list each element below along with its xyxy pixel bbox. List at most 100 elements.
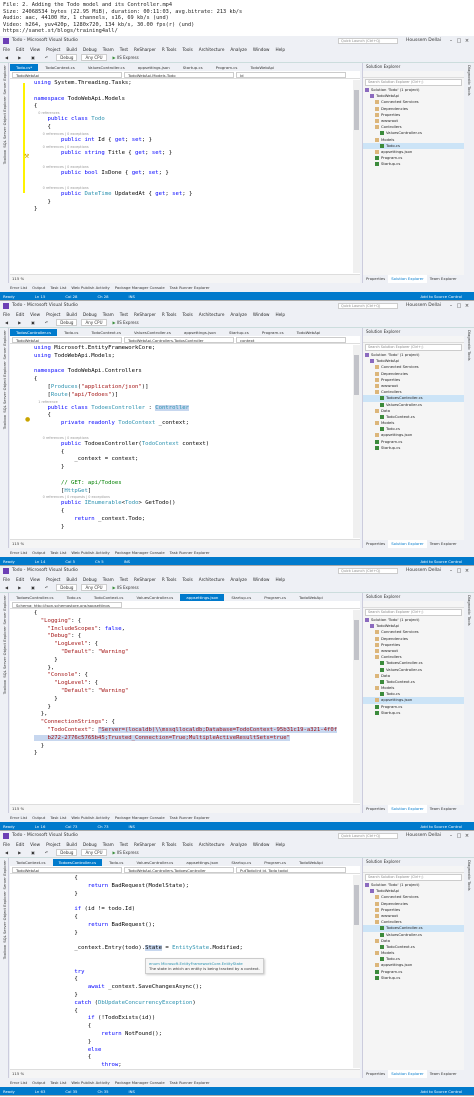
menu-item[interactable]: View: [30, 312, 40, 317]
output-tab[interactable]: Web Publish Activity: [71, 550, 109, 555]
document-tab[interactable]: appsettings.json: [180, 859, 224, 866]
menu-item[interactable]: Debug: [83, 312, 97, 317]
document-tab[interactable]: Todo.cs: [61, 594, 87, 601]
document-tab[interactable]: Program.cs: [256, 329, 290, 336]
navigation-dropdown[interactable]: context: [236, 336, 346, 343]
solution-search-input[interactable]: Search Solution Explorer (Ctrl+;): [365, 609, 462, 616]
panel-tab[interactable]: Team Explorer: [427, 1070, 460, 1078]
output-tab[interactable]: Error List: [10, 285, 27, 290]
output-tab[interactable]: Task Runner Explorer: [170, 550, 210, 555]
output-tab[interactable]: Web Publish Activity: [71, 815, 109, 820]
back-icon[interactable]: ◀: [3, 585, 10, 590]
output-tab[interactable]: Error List: [10, 1080, 27, 1085]
quick-launch-input[interactable]: Quick Launch (Ctrl+Q): [337, 302, 398, 309]
menu-item[interactable]: Help: [275, 47, 285, 52]
document-tab[interactable]: TodoContext.cs: [88, 594, 130, 601]
solution-search-input[interactable]: Search Solution Explorer (Ctrl+;): [365, 79, 462, 86]
code-text[interactable]: using Microsoft.EntityFrameworkCore; usin…: [10, 345, 352, 538]
scrollbar-thumb[interactable]: [354, 885, 359, 925]
menu-item[interactable]: ReSharper: [134, 842, 156, 847]
output-tab[interactable]: Output: [32, 815, 45, 820]
minimize-icon[interactable]: –: [447, 38, 455, 44]
navigation-dropdown[interactable]: TodoWebApi: [12, 71, 122, 78]
solution-tree-item[interactable]: Startup.cs: [363, 161, 464, 167]
code-text[interactable]: { "Logging": { "IncludeScopes": false, "…: [10, 610, 352, 803]
run-button[interactable]: ▶ IIS Express: [111, 55, 141, 60]
menu-item[interactable]: Edit: [16, 47, 24, 52]
output-tab[interactable]: Package Manager Console: [115, 285, 165, 290]
menu-item[interactable]: Debug: [83, 577, 97, 582]
code-text[interactable]: using System.Threading.Tasks; namespace T…: [10, 80, 352, 273]
configuration-dropdown[interactable]: Debug: [56, 319, 78, 326]
output-tab[interactable]: Error List: [10, 550, 27, 555]
menu-item[interactable]: Window: [253, 312, 270, 317]
save-icon[interactable]: ▣: [29, 55, 37, 60]
menu-item[interactable]: Edit: [16, 312, 24, 317]
menu-item[interactable]: View: [30, 47, 40, 52]
minimize-icon[interactable]: –: [447, 833, 455, 839]
side-tool-tab[interactable]: Server Explorer: [2, 595, 7, 624]
add-to-source-control-button[interactable]: Add to Source Control: [420, 1089, 462, 1094]
menu-item[interactable]: View: [30, 577, 40, 582]
panel-tab[interactable]: Team Explorer: [427, 805, 460, 813]
platform-dropdown[interactable]: Any CPU: [81, 319, 107, 326]
document-tab[interactable]: Todo.cs: [58, 329, 84, 336]
run-button[interactable]: ▶ IIS Express: [111, 320, 141, 325]
document-tab[interactable]: TodoWebApi: [291, 329, 327, 336]
document-tab[interactable]: Todo.cs: [103, 859, 129, 866]
panel-tab[interactable]: Team Explorer: [427, 540, 460, 548]
side-tool-tab[interactable]: Toolbox: [2, 680, 7, 694]
maximize-icon[interactable]: □: [455, 568, 463, 574]
solution-tree-item[interactable]: Startup.cs: [363, 710, 464, 716]
menu-item[interactable]: Tools: [182, 842, 192, 847]
add-to-source-control-button[interactable]: Add to Source Control: [420, 559, 462, 564]
menu-item[interactable]: Build: [66, 312, 77, 317]
document-tab[interactable]: ValuesController.cs: [130, 859, 179, 866]
side-tool-tab[interactable]: SQL Server Object Explorer: [2, 361, 7, 413]
document-tab[interactable]: Todo.cs*: [10, 64, 39, 71]
panel-tab[interactable]: Solution Explorer: [388, 1070, 427, 1078]
menu-item[interactable]: Team: [103, 312, 114, 317]
quick-launch-input[interactable]: Quick Launch (Ctrl+Q): [337, 567, 398, 574]
menu-item[interactable]: Test: [120, 577, 128, 582]
menu-item[interactable]: Debug: [83, 47, 97, 52]
run-button[interactable]: ▶ IIS Express: [111, 850, 141, 855]
scrollbar-thumb[interactable]: [354, 620, 359, 660]
menu-item[interactable]: Help: [275, 312, 285, 317]
user-name[interactable]: Houssem Dellai: [406, 568, 441, 573]
menu-item[interactable]: Debug: [83, 842, 97, 847]
minimize-icon[interactable]: –: [447, 303, 455, 309]
code-editor[interactable]: TodosController.cs Todo.cs TodoContext.cs V…: [10, 328, 360, 548]
navigation-dropdown[interactable]: TodoWebApi.Controllers.TodoesController: [124, 866, 234, 873]
menu-item[interactable]: File: [3, 47, 10, 52]
side-tool-tab[interactable]: SQL Server Object Explorer: [2, 891, 7, 943]
output-tab[interactable]: Task Runner Explorer: [170, 1080, 210, 1085]
zoom-level[interactable]: 115 %: [10, 1069, 360, 1078]
output-tab[interactable]: Package Manager Console: [115, 1080, 165, 1085]
panel-tab[interactable]: Solution Explorer: [388, 540, 427, 548]
platform-dropdown[interactable]: Any CPU: [81, 849, 107, 856]
menu-item[interactable]: Analyze: [230, 312, 247, 317]
navigation-dropdown[interactable]: TodoWebApi: [12, 336, 122, 343]
output-tab[interactable]: Task Runner Explorer: [170, 285, 210, 290]
configuration-dropdown[interactable]: Debug: [56, 849, 78, 856]
side-tool-tab[interactable]: Server Explorer: [2, 330, 7, 359]
document-tab[interactable]: ValuesController.cs: [128, 329, 177, 336]
output-tab[interactable]: Output: [32, 550, 45, 555]
output-tab[interactable]: Task Runner Explorer: [170, 815, 210, 820]
menu-item[interactable]: Team: [103, 842, 114, 847]
output-tab[interactable]: Web Publish Activity: [71, 1080, 109, 1085]
menu-item[interactable]: Analyze: [230, 47, 247, 52]
menu-item[interactable]: Project: [46, 47, 60, 52]
undo-icon[interactable]: ↶: [43, 320, 50, 325]
menu-item[interactable]: File: [3, 577, 10, 582]
menu-item[interactable]: R Tools: [162, 312, 177, 317]
document-tab[interactable]: TodoContext.cs: [85, 329, 127, 336]
document-tab[interactable]: TodoesController.cs: [52, 859, 103, 866]
close-icon[interactable]: ×: [463, 833, 471, 839]
output-tab[interactable]: Task List: [50, 1080, 66, 1085]
solution-tree-item[interactable]: Startup.cs: [363, 445, 464, 451]
output-tab[interactable]: Output: [32, 285, 45, 290]
document-tab[interactable]: TodoWebApi: [293, 594, 329, 601]
run-button[interactable]: ▶ IIS Express: [111, 585, 141, 590]
